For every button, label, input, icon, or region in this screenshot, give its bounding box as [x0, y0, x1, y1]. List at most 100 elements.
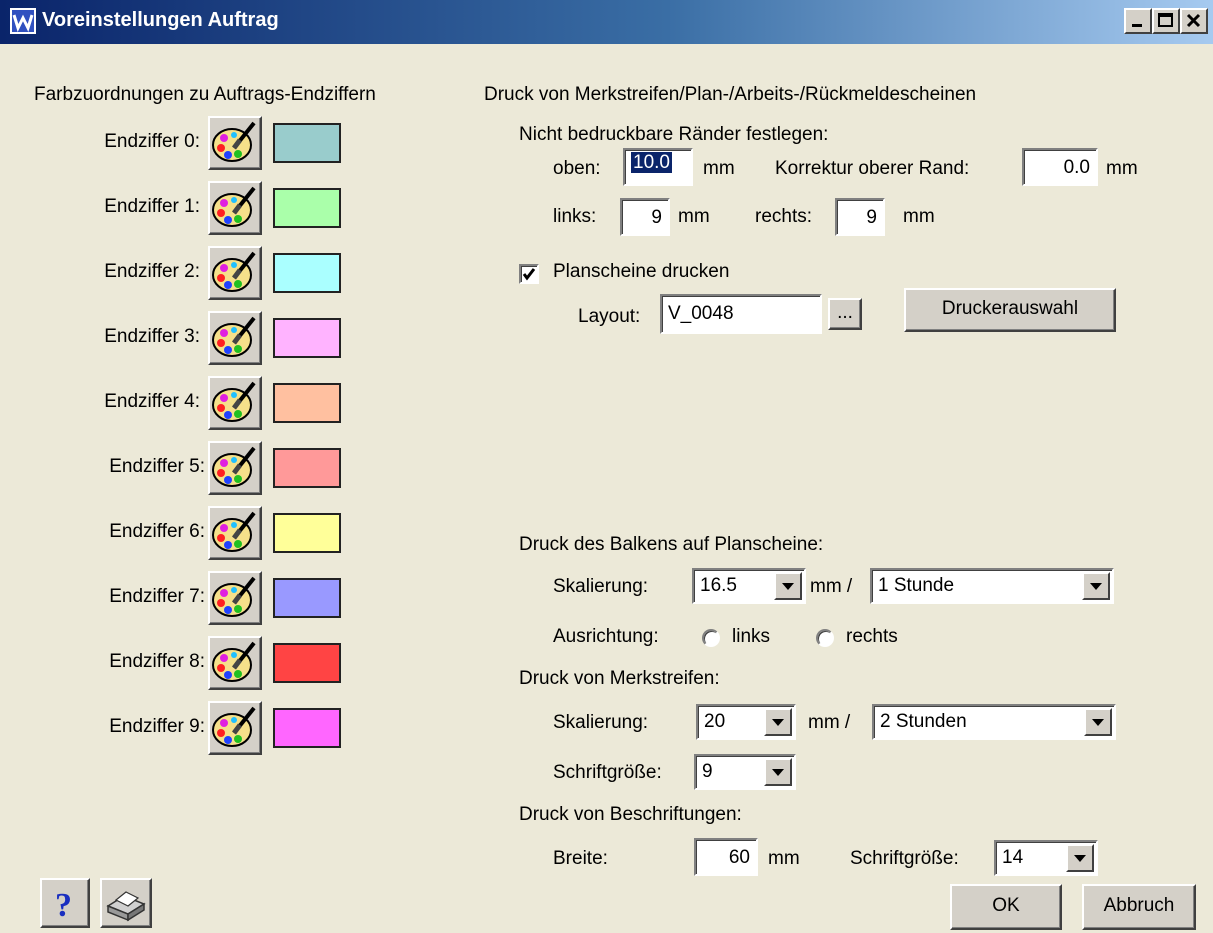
palette-icon: [212, 706, 256, 747]
ok-button[interactable]: OK: [950, 884, 1062, 930]
endziffer-label: Endziffer 8:: [109, 651, 205, 672]
planscheine-label: Planscheine drucken: [553, 261, 730, 282]
merkstreifen-mm-per: mm /: [808, 712, 851, 733]
color-swatch: [273, 708, 341, 748]
minimize-button[interactable]: [1124, 8, 1152, 34]
balken-unit-combo[interactable]: 1 Stunde: [870, 568, 1114, 604]
balken-skalierung-value: 16.5: [700, 575, 737, 596]
layout-input[interactable]: V_0048: [660, 294, 822, 334]
endziffer-label: Endziffer 1:: [104, 196, 200, 217]
color-picker-button[interactable]: [208, 571, 262, 625]
color-section-title: Farbzuordnungen zu Auftrags-Endziffern: [34, 84, 376, 105]
close-button[interactable]: [1180, 8, 1208, 34]
palette-icon: [212, 576, 256, 617]
cancel-button[interactable]: Abbruch: [1082, 884, 1196, 930]
color-picker-button[interactable]: [208, 441, 262, 495]
beschriftungen-schrift-combo[interactable]: 14: [994, 840, 1098, 876]
rechts-input[interactable]: 9: [835, 198, 885, 236]
window-title: Voreinstellungen Auftrag: [42, 9, 279, 31]
merkstreifen-skalierung-label: Skalierung:: [553, 712, 649, 733]
korrektur-label: Korrektur oberer Rand:: [775, 158, 970, 179]
color-swatch: [273, 188, 341, 228]
endziffer-label: Endziffer 9:: [109, 716, 205, 737]
balken-unit-value: 1 Stunde: [878, 575, 955, 596]
endziffer-label: Endziffer 2:: [104, 261, 200, 282]
color-picker-button[interactable]: [208, 311, 262, 365]
endziffer-label: Endziffer 4:: [104, 391, 200, 412]
endziffer-label: Endziffer 5:: [109, 456, 205, 477]
color-picker-button[interactable]: [208, 376, 262, 430]
endziffer-label: Endziffer 7:: [109, 586, 205, 607]
palette-icon: [212, 316, 256, 357]
color-swatch: [273, 383, 341, 423]
ausrichtung-links-label: links: [732, 626, 771, 647]
merkstreifen-unit-combo[interactable]: 2 Stunden: [872, 704, 1116, 740]
ausrichtung-label: Ausrichtung:: [553, 626, 659, 647]
palette-icon: [212, 251, 256, 292]
svg-text:?: ?: [55, 887, 72, 924]
ausrichtung-rechts-label: rechts: [846, 626, 898, 647]
printer-icon: [106, 891, 146, 922]
chevron-down-icon[interactable]: [764, 708, 792, 736]
ausrichtung-rechts-radio[interactable]: [816, 629, 834, 647]
rechts-unit: mm: [903, 206, 935, 227]
links-label: links:: [553, 206, 597, 227]
palette-icon: [212, 511, 256, 552]
korrektur-unit: mm: [1106, 158, 1138, 179]
color-swatch: [273, 253, 341, 293]
breite-input[interactable]: 60: [694, 838, 758, 876]
color-picker-button[interactable]: [208, 181, 262, 235]
dialog-window: Voreinstellungen Auftrag Farbzuordnungen…: [0, 0, 1213, 933]
palette-icon: [212, 381, 256, 422]
checkmark-icon: [522, 268, 536, 281]
merkstreifen-schrift-combo[interactable]: 9: [694, 754, 796, 790]
chevron-down-icon[interactable]: [1082, 572, 1110, 600]
chevron-down-icon[interactable]: [774, 572, 802, 600]
ausrichtung-links-radio[interactable]: [702, 629, 720, 647]
chevron-down-icon[interactable]: [1066, 844, 1094, 872]
druckerauswahl-button[interactable]: Druckerauswahl: [904, 288, 1116, 332]
merkstreifen-skalierung-combo[interactable]: 20: [696, 704, 796, 740]
color-picker-button[interactable]: [208, 636, 262, 690]
balken-skalierung-combo[interactable]: 16.5: [692, 568, 806, 604]
palette-icon: [212, 186, 256, 227]
oben-label: oben:: [553, 158, 601, 179]
merkstreifen-unit-value: 2 Stunden: [880, 711, 967, 732]
color-picker-button[interactable]: [208, 116, 262, 170]
print-section-title: Druck von Merkstreifen/Plan-/Arbeits-/Rü…: [484, 84, 977, 105]
balken-skalierung-label: Skalierung:: [553, 576, 649, 597]
color-picker-button[interactable]: [208, 701, 262, 755]
question-mark-icon: ?: [55, 887, 72, 924]
color-swatch: [273, 448, 341, 488]
links-input[interactable]: 9: [620, 198, 670, 236]
merkstreifen-schrift-value: 9: [702, 761, 713, 782]
title-bar: Voreinstellungen Auftrag: [0, 0, 1213, 44]
beschriftungen-schrift-label: Schriftgröße:: [850, 848, 959, 869]
oben-input[interactable]: 10.0: [623, 148, 693, 186]
margins-title: Nicht bedruckbare Ränder festlegen:: [519, 124, 829, 145]
merkstreifen-title: Druck von Merkstreifen:: [519, 668, 720, 689]
endziffer-label: Endziffer 0:: [104, 131, 200, 152]
palette-icon: [212, 121, 256, 162]
maximize-button[interactable]: [1152, 8, 1180, 34]
chevron-down-icon[interactable]: [1084, 708, 1112, 736]
balken-mm-per: mm /: [810, 576, 853, 597]
balken-title: Druck des Balkens auf Planscheine:: [519, 534, 824, 555]
palette-icon: [212, 641, 256, 682]
help-button[interactable]: ?: [40, 878, 90, 928]
print-button[interactable]: [100, 878, 152, 928]
planscheine-checkbox[interactable]: [519, 264, 539, 284]
oben-unit: mm: [703, 158, 735, 179]
layout-browse-button[interactable]: ...: [828, 298, 862, 330]
rechts-label: rechts:: [755, 206, 813, 227]
merkstreifen-skalierung-value: 20: [704, 711, 726, 732]
color-picker-button[interactable]: [208, 246, 262, 300]
endziffer-label: Endziffer 3:: [104, 326, 200, 347]
oben-value: 10.0: [631, 152, 672, 173]
color-picker-button[interactable]: [208, 506, 262, 560]
palette-icon: [212, 446, 256, 487]
app-icon: [10, 8, 36, 34]
chevron-down-icon[interactable]: [764, 758, 792, 786]
korrektur-input[interactable]: 0.0: [1022, 148, 1098, 186]
links-unit: mm: [678, 206, 710, 227]
